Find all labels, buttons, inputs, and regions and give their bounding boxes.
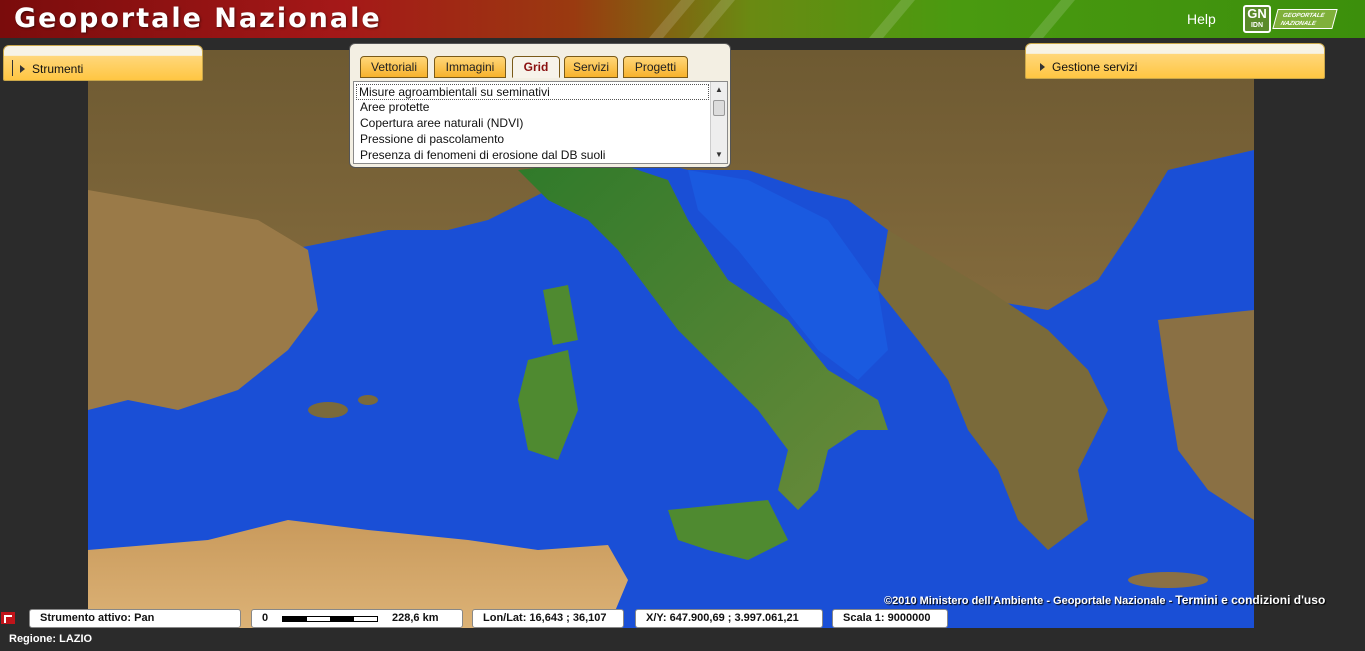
- scale-bar-segment: [330, 617, 354, 621]
- scroll-down-icon[interactable]: ▼: [711, 147, 727, 163]
- scroll-thumb[interactable]: [713, 100, 725, 116]
- scale-bar-box: 0 228,6 km: [251, 609, 463, 628]
- map-copyright: ©2010 Ministero dell'Ambiente - Geoporta…: [884, 593, 1325, 607]
- region-label: Regione: LAZIO: [9, 633, 93, 645]
- tab-servizi[interactable]: Servizi: [564, 56, 618, 78]
- scale-bar-end: 228,6 km: [392, 612, 439, 624]
- gn-logo-sub: IDN: [1250, 22, 1264, 29]
- layer-selector: Vettoriali Immagini Grid Servizi Progett…: [349, 43, 731, 168]
- lonlat-readout: Lon/Lat: 16,643 ; 36,107: [472, 609, 624, 628]
- tab-vettoriali[interactable]: Vettoriali: [360, 56, 428, 78]
- tab-grid[interactable]: Grid: [512, 56, 560, 78]
- copyright-text: ©2010 Ministero dell'Ambiente - Geoporta…: [884, 595, 1173, 607]
- scale-bar-segment: [283, 617, 307, 621]
- gn-logo-text-line1: GEOPORTALE: [1282, 13, 1326, 19]
- header-decoration: [850, 0, 924, 38]
- expand-arrow-icon: [20, 65, 25, 73]
- layer-list-scrollbar[interactable]: ▲ ▼: [710, 82, 727, 163]
- gn-logo-letters: GN: [1247, 6, 1267, 21]
- tab-progetti[interactable]: Progetti: [623, 56, 688, 78]
- xy-readout: X/Y: 647.900,69 ; 3.997.061,21: [635, 609, 823, 628]
- terms-link[interactable]: Termini e condizioni d'uso: [1175, 593, 1325, 607]
- layer-list-item[interactable]: Copertura aree naturali (NDVI): [358, 116, 708, 132]
- tab-immagini[interactable]: Immagini: [434, 56, 506, 78]
- site-title: Geoportale Nazionale: [14, 3, 382, 34]
- expand-status-icon[interactable]: [1, 612, 15, 624]
- services-panel-toggle[interactable]: Gestione servizi: [1025, 43, 1325, 79]
- panel-divider: [12, 60, 13, 76]
- scale-bar: [282, 616, 378, 622]
- layer-list-item[interactable]: Misure agroambientali su seminativi: [356, 84, 709, 100]
- gn-logo: GN IDN GEOPORTALE NAZIONALE: [1243, 5, 1338, 33]
- layer-list-item[interactable]: Presenza di fenomeni di erosione dal DB …: [358, 148, 708, 164]
- layer-list-item[interactable]: Pressione di pascolamento: [358, 132, 708, 148]
- gn-logo-mark: GN IDN: [1243, 5, 1271, 33]
- header-bar: Geoportale Nazionale Help GN IDN GEOPORT…: [0, 0, 1365, 38]
- scale-bar-start: 0: [262, 612, 269, 624]
- active-tool-status: Strumento attivo: Pan: [29, 609, 241, 628]
- gn-logo-text-line2: NAZIONALE: [1279, 21, 1317, 27]
- gn-logo-text: GEOPORTALE NAZIONALE: [1272, 9, 1338, 29]
- layer-list[interactable]: Misure agroambientali su seminativi Aree…: [353, 81, 728, 164]
- scroll-up-icon[interactable]: ▲: [711, 82, 727, 98]
- services-panel-label: Gestione servizi: [1052, 60, 1138, 74]
- expand-arrow-icon: [1040, 63, 1045, 71]
- header-decoration: [1010, 0, 1084, 38]
- map-scale: Scala 1: 9000000: [832, 609, 948, 628]
- layer-list-item[interactable]: Aree protette: [358, 100, 708, 116]
- tools-panel-label: Strumenti: [32, 62, 84, 76]
- help-link[interactable]: Help: [1187, 11, 1216, 27]
- tools-panel-toggle[interactable]: Strumenti: [3, 45, 203, 81]
